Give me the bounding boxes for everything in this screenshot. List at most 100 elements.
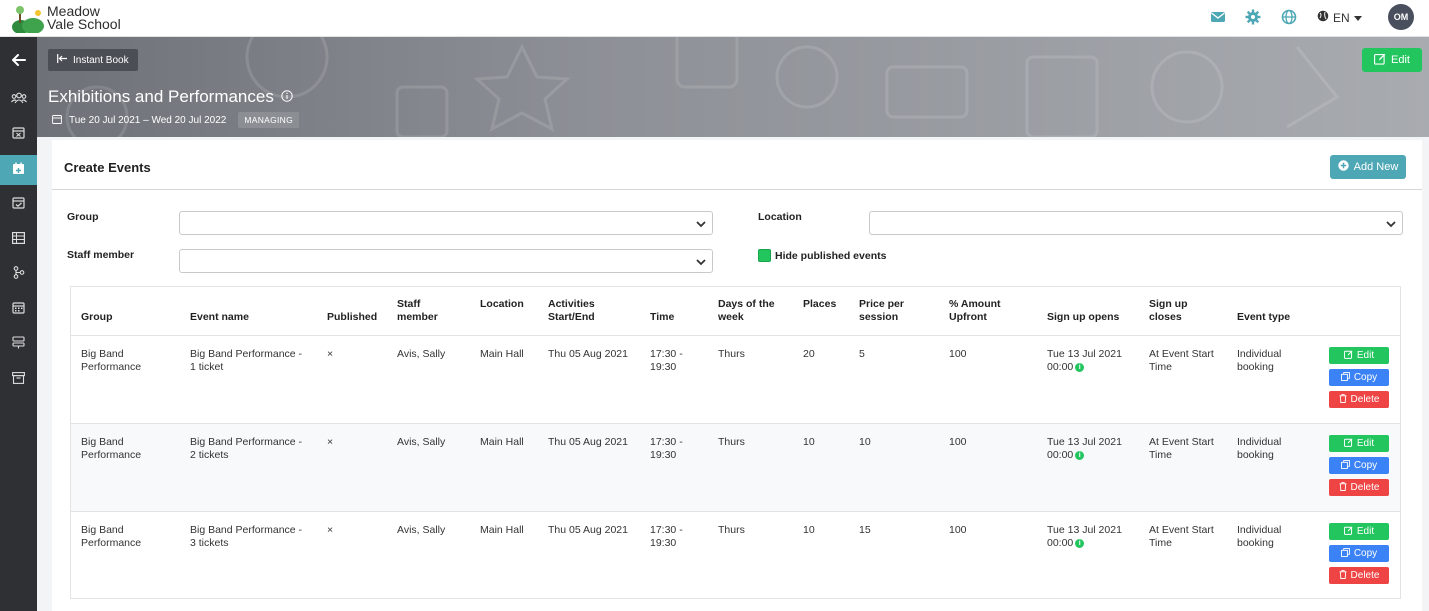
row-delete-button[interactable]: Delete [1329, 479, 1389, 496]
row-copy-button[interactable]: Copy [1329, 369, 1389, 386]
cell-group: Big Band Performance [81, 436, 142, 461]
school-logo[interactable]: Meadow Vale School [11, 2, 121, 34]
calendar-grid-icon [12, 301, 25, 317]
cell-group: Big Band Performance [81, 524, 142, 549]
section-title: Create Events [64, 160, 151, 175]
cell-time: 17:30 -19:30 [650, 348, 683, 373]
cell-start-end: Thu 05 Aug 2021 [548, 348, 628, 360]
trash-icon [1339, 569, 1347, 582]
edit-activity-button[interactable]: Edit [1362, 48, 1422, 72]
sidebar-item-calendar[interactable] [0, 294, 37, 324]
cell-event-name: Big Band Performance -1 ticket [190, 348, 303, 373]
exit-arrow-icon [57, 54, 68, 66]
create-events-card: Create Events Add New Group Location Sta… [52, 140, 1422, 611]
group-select[interactable] [179, 211, 713, 235]
cell-sign-up-closes: At Event Start Time [1149, 436, 1214, 461]
cell-group: Big Band Performance [81, 348, 142, 373]
page-title: Exhibitions and Performances [48, 87, 293, 107]
instant-book-button[interactable]: Instant Book [48, 49, 138, 71]
users-icon [10, 92, 27, 107]
cell-sign-up-opens: Tue 13 Jul 2021 00:00 i [1047, 348, 1122, 373]
cell-event-type: Individual booking [1237, 436, 1282, 461]
staff-select[interactable] [179, 249, 713, 273]
page-title-text: Exhibitions and Performances [48, 87, 274, 106]
cell-event-name: Big Band Performance -2 tickets [190, 436, 303, 461]
col-header-event-type: Event type [1237, 311, 1291, 323]
row-copy-button[interactable]: Copy [1329, 457, 1389, 474]
calendar-x-icon [12, 126, 25, 142]
cell-event-name: Big Band Performance -3 tickets [190, 524, 303, 549]
add-new-button[interactable]: Add New [1330, 155, 1406, 179]
cell-event-type: Individual booking [1237, 348, 1282, 373]
col-header-staff: Staff member [397, 298, 438, 323]
avatar[interactable]: OM [1388, 4, 1414, 30]
trash-icon [1339, 393, 1347, 406]
info-icon[interactable] [281, 87, 293, 107]
info-icon[interactable]: i [1075, 362, 1085, 372]
sidebar-item-attendance[interactable] [0, 189, 37, 219]
info-icon[interactable]: i [1075, 450, 1085, 460]
add-new-label: Add New [1353, 161, 1399, 173]
location-select[interactable] [869, 211, 1403, 235]
back-arrow-icon [11, 53, 26, 69]
cell-location: Main Hall [480, 524, 524, 536]
events-table: Group Event name Published Staff member … [70, 286, 1401, 599]
date-range: Tue 20 Jul 2021 – Wed 20 Jul 2022 [69, 114, 227, 126]
row-copy-button[interactable]: Copy [1329, 545, 1389, 562]
cell-price: 10 [859, 436, 871, 448]
sidebar-item-hierarchy[interactable] [0, 259, 37, 289]
hide-published-toggle[interactable]: Hide published events [758, 249, 886, 262]
row-edit-button[interactable]: Edit [1329, 523, 1389, 540]
row-edit-button[interactable]: Edit [1329, 435, 1389, 452]
cell-upfront: 100 [949, 348, 967, 360]
sidebar-item-cancelled-events[interactable] [0, 119, 37, 149]
calendar-icon [52, 114, 62, 127]
logo-line-2: Vale School [47, 16, 121, 32]
cell-event-type: Individual booking [1237, 524, 1282, 549]
edit-label: Edit [1391, 54, 1410, 66]
group-filter-label: Group [67, 211, 99, 223]
copy-icon [1340, 371, 1350, 384]
cell-places: 20 [803, 348, 815, 360]
sidebar [0, 37, 37, 611]
status-badge: MANAGING [238, 112, 300, 128]
globe-network-icon[interactable] [1281, 9, 1297, 25]
hierarchy-icon [13, 266, 25, 282]
globe-language-icon [1317, 10, 1329, 25]
col-header-time: Time [650, 311, 675, 323]
cell-location: Main Hall [480, 348, 524, 360]
cell-published: × [327, 436, 334, 448]
hide-published-checkbox[interactable] [758, 249, 771, 262]
plus-circle-icon [1337, 160, 1349, 174]
info-icon[interactable]: i [1075, 538, 1085, 548]
sidebar-item-table[interactable] [0, 224, 37, 254]
sidebar-item-users[interactable] [0, 84, 37, 114]
col-header-group: Group [81, 311, 113, 323]
school-logo-mark-icon [11, 5, 45, 34]
caret-down-icon [1353, 11, 1362, 25]
sidebar-back[interactable] [0, 46, 37, 76]
cell-location: Main Hall [480, 436, 524, 448]
col-header-sign-up-opens: Sign up opens [1047, 311, 1120, 323]
cell-days: Thurs [718, 436, 745, 448]
col-header-upfront: % Amount Upfront [949, 298, 1001, 323]
cell-upfront: 100 [949, 436, 967, 448]
mail-icon[interactable] [1210, 9, 1226, 25]
sidebar-item-archive[interactable] [0, 364, 37, 394]
sidebar-item-stack[interactable] [0, 329, 37, 359]
gear-icon[interactable] [1245, 9, 1261, 25]
cell-start-end: Thu 05 Aug 2021 [548, 524, 628, 536]
cell-upfront: 100 [949, 524, 967, 536]
col-header-price: Price per session [859, 298, 904, 323]
cell-start-end: Thu 05 Aug 2021 [548, 436, 628, 448]
row-edit-button[interactable]: Edit [1329, 347, 1389, 364]
calendar-check-icon [12, 196, 25, 212]
cell-price: 5 [859, 348, 865, 360]
col-header-sign-up-closes: Sign up closes [1149, 298, 1188, 323]
copy-icon [1340, 547, 1350, 560]
language-selector[interactable]: EN [1317, 10, 1362, 25]
row-delete-button[interactable]: Delete [1329, 567, 1389, 584]
sidebar-item-create-events[interactable] [0, 155, 37, 185]
copy-icon [1340, 459, 1350, 472]
row-delete-button[interactable]: Delete [1329, 391, 1389, 408]
